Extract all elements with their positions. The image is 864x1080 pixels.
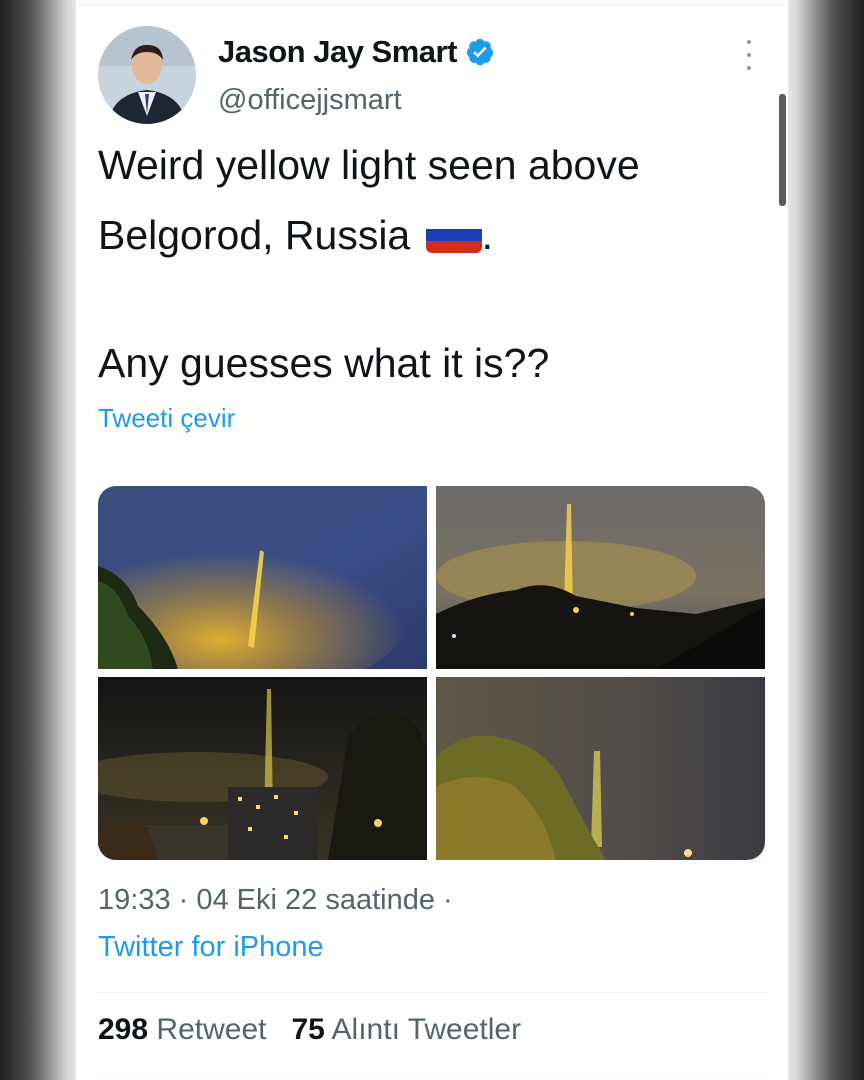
tweet-text-line-1: Weird yellow light seen above	[98, 142, 640, 188]
stats-divider	[98, 992, 766, 993]
tweet-text-line-2-suffix: .	[481, 212, 494, 258]
tweet-text-line-3: Any guesses what it is??	[98, 340, 550, 386]
tweet-text-line-2-body: Belgorod, Russia	[98, 212, 411, 258]
tweet-stats: 298 Retweet 75 Alıntı Tweetler	[98, 1013, 521, 1047]
retweet-count: 298	[98, 1013, 149, 1046]
tweet-photo-2[interactable]	[436, 486, 765, 669]
quote-stat[interactable]: 75 Alıntı Tweetler	[291, 1013, 521, 1046]
retweet-stat[interactable]: 298 Retweet	[98, 1013, 266, 1046]
avatar[interactable]	[98, 26, 196, 124]
russia-flag-icon	[425, 217, 482, 253]
scrollbar[interactable]	[779, 94, 786, 206]
tweet-timestamp[interactable]: 19:33 · 04 Eki 22 saatinde ·	[98, 884, 453, 917]
background-blur-left	[0, 0, 80, 1080]
translate-tweet-link[interactable]: Tweeti çevir	[98, 403, 235, 434]
quote-count: 75	[291, 1013, 325, 1046]
author-handle[interactable]: @officejjsmart	[218, 84, 402, 117]
tweet-card: Jason Jay Smart @officejjsmart Weird yel…	[76, 0, 788, 1080]
author-row: Jason Jay Smart	[218, 34, 495, 70]
author-name[interactable]: Jason Jay Smart	[218, 34, 457, 70]
retweet-label: Retweet	[156, 1013, 267, 1046]
bottom-divider	[98, 1074, 766, 1075]
tweet-photo-3[interactable]	[98, 677, 427, 860]
tweet-source-link[interactable]: Twitter for iPhone	[98, 931, 324, 964]
tweet-photo-1[interactable]	[98, 486, 427, 669]
photo-grid	[98, 486, 765, 860]
verified-badge-icon	[466, 38, 494, 66]
more-options-icon[interactable]	[742, 40, 756, 70]
top-divider	[76, 4, 788, 5]
tweet-photo-4[interactable]	[436, 677, 765, 860]
tweet-text: Weird yellow light seen above Belgorod, …	[98, 130, 768, 398]
quote-label: Alıntı Tweetler	[331, 1013, 522, 1046]
tweet-text-line-2: Belgorod, Russia .	[98, 200, 768, 270]
background-blur-right	[784, 0, 864, 1080]
